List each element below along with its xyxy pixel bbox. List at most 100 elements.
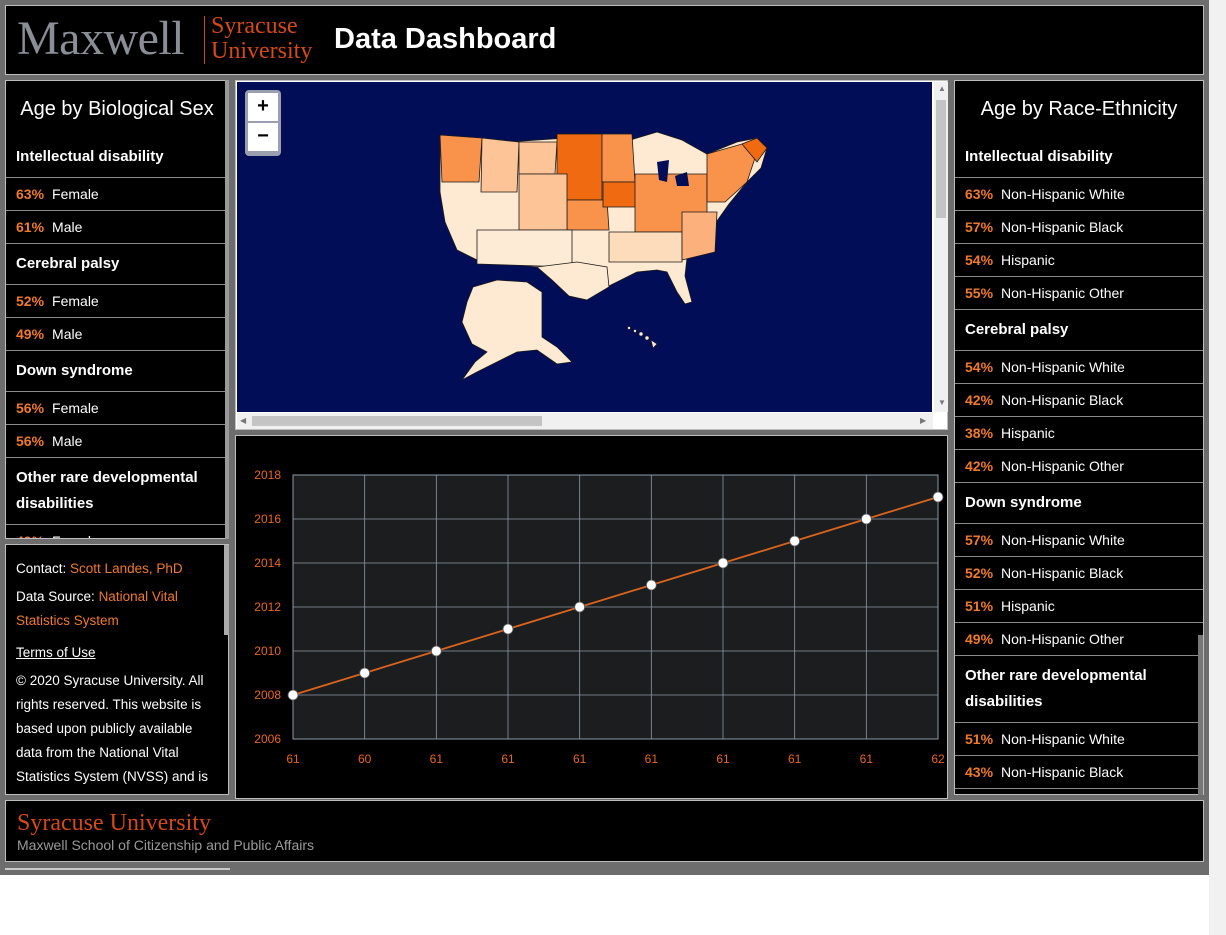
stat-label: Male: [52, 219, 83, 235]
scroll-down-arrow-icon[interactable]: ▼: [938, 398, 946, 407]
scroll-right-arrow-icon[interactable]: ▶: [920, 416, 926, 425]
sex-groups: Intellectual disability 63% Female 61% Male C…: [6, 137, 228, 538]
scroll-left-arrow-icon[interactable]: ◀: [240, 416, 246, 425]
map-horizontal-scrollbar[interactable]: ◀ ▶: [237, 413, 933, 429]
footer: Syracuse University Maxwell School of Ci…: [5, 800, 1204, 862]
stat-percent: 56%: [16, 433, 45, 449]
stat-row: 43% Non-Hispanic Black: [955, 756, 1203, 789]
stat-percent: 49%: [16, 533, 44, 538]
bottom-divider: [5, 868, 230, 870]
stat-label: Non-Hispanic Other: [1001, 285, 1124, 301]
race-panel-scrollbar[interactable]: [1198, 635, 1203, 795]
data-point: [789, 535, 801, 547]
alaska-shape: [461, 279, 573, 381]
x-tick-label: 61: [286, 752, 300, 766]
zoom-in-button[interactable]: +: [248, 93, 278, 121]
contact-label: Contact:: [16, 561, 67, 576]
map-vertical-scrollbar[interactable]: ▲ ▼: [934, 82, 948, 412]
group-title: Cerebral palsy: [6, 244, 228, 285]
maxwell-logo: Maxwell: [17, 12, 185, 65]
us-map-svg: [439, 131, 768, 381]
footer-subtitle: Maxwell School of Citizenship and Public…: [17, 837, 315, 853]
stat-row: 49% Female: [6, 525, 228, 538]
state-group-texas: [536, 261, 610, 301]
y-tick-label: 2012: [254, 600, 281, 614]
line-chart: 2006 2008 2010 2012 2014 2016 2018 61 60 61 61 61 61…: [254, 468, 945, 766]
race-panel: Age by Race-Ethnicity Intellectual disab…: [954, 80, 1204, 795]
stat-label: Non-Hispanic Black: [1001, 219, 1124, 235]
x-tick-label: 61: [501, 752, 515, 766]
contact-link[interactable]: Scott Landes, PhD: [70, 561, 183, 576]
syracuse-logo-line1: Syracuse: [211, 13, 298, 39]
group-title: Intellectual disability: [6, 137, 228, 178]
data-point: [287, 689, 299, 701]
stat-label: Hispanic: [1001, 425, 1055, 441]
stat-percent: 43%: [965, 764, 994, 780]
stat-percent: 61%: [16, 219, 45, 235]
sex-panel: Age by Biological Sex Intellectual disab…: [5, 80, 229, 539]
data-point: [717, 557, 729, 569]
y-tick-label: 2014: [254, 556, 281, 570]
stat-percent: 52%: [965, 565, 994, 581]
terms-line: Terms of Use: [16, 641, 218, 665]
x-tick-label: 60: [358, 752, 372, 766]
stat-label: Non-Hispanic Other: [1001, 631, 1124, 647]
state-group-northwest: [480, 137, 520, 193]
scroll-up-arrow-icon[interactable]: ▲: [938, 84, 946, 93]
group-title: Cerebral palsy: [955, 310, 1203, 351]
stat-row: 54% Non-Hispanic White: [955, 351, 1203, 384]
terms-link[interactable]: Terms of Use: [16, 645, 96, 660]
stat-row: 55% Non-Hispanic Other: [955, 277, 1203, 310]
source-label: Data Source:: [16, 589, 95, 604]
stat-label: Female: [52, 533, 99, 538]
stat-row: 61% Male: [6, 211, 228, 244]
zoom-out-button[interactable]: −: [248, 123, 278, 151]
map-vertical-scroll-thumb[interactable]: [936, 100, 946, 218]
stat-label: Hispanic: [1001, 598, 1055, 614]
stat-label: Non-Hispanic Black: [1001, 392, 1124, 408]
state-group-montana: [518, 141, 558, 175]
state-group-southwest: [476, 229, 573, 268]
stat-row: 49% Male: [6, 318, 228, 351]
sex-panel-scrollbar[interactable]: [225, 80, 229, 539]
x-tick-label: 61: [430, 752, 444, 766]
stat-row: 56% Male: [6, 425, 228, 458]
stat-percent: 38%: [965, 425, 994, 441]
line-chart-panel: 2006 2008 2010 2012 2014 2016 2018 61 60 61 61 61 61…: [235, 435, 948, 799]
stat-label: Non-Hispanic White: [1001, 731, 1125, 747]
stat-row: 49% Non-Hispanic Other: [955, 623, 1203, 656]
zoom-control: + −: [245, 90, 281, 156]
stat-percent: 42%: [965, 458, 994, 474]
map-panel: + − ▲ ▼ ◀ ▶: [235, 80, 948, 430]
y-tick-label: 2016: [254, 512, 281, 526]
syracuse-logo-line2: University: [211, 38, 313, 64]
state-group-minnesota: [601, 133, 636, 183]
stat-label: Non-Hispanic Black: [1001, 764, 1124, 780]
stat-percent: 42%: [965, 392, 994, 408]
stat-row: 57% Non-Hispanic Black: [955, 211, 1203, 244]
stat-label: Non-Hispanic Other: [1001, 458, 1124, 474]
stat-percent: 49%: [965, 631, 994, 647]
race-groups: Intellectual disability 63% Non-Hispanic W…: [955, 137, 1203, 794]
stat-percent: 63%: [965, 186, 994, 202]
map-horizontal-scroll-thumb[interactable]: [252, 416, 542, 426]
state-group-west-coast: [439, 134, 483, 183]
footer-title: Syracuse University: [17, 810, 211, 836]
data-point: [645, 579, 657, 591]
x-tick-label: 61: [860, 752, 874, 766]
y-tick-label: 2006: [254, 732, 281, 746]
stat-row: 63% Female: [6, 178, 228, 211]
copyright-text: © 2020 Syracuse University. All rights r…: [16, 673, 209, 794]
window-scrollbar[interactable]: [1209, 0, 1226, 935]
stat-row: 38% Hispanic: [955, 417, 1203, 450]
stat-percent: 55%: [965, 285, 994, 301]
x-tick-label: 62: [931, 752, 945, 766]
stat-label: Non-Hispanic Black: [1001, 565, 1124, 581]
state-group-south: [608, 231, 683, 263]
stat-percent: 54%: [965, 359, 994, 375]
state-group-mountain: [518, 173, 568, 231]
us-map[interactable]: + −: [237, 82, 932, 412]
data-point: [502, 623, 514, 635]
info-panel-scrollbar[interactable]: [224, 545, 229, 635]
state-group-iowa: [602, 181, 638, 208]
